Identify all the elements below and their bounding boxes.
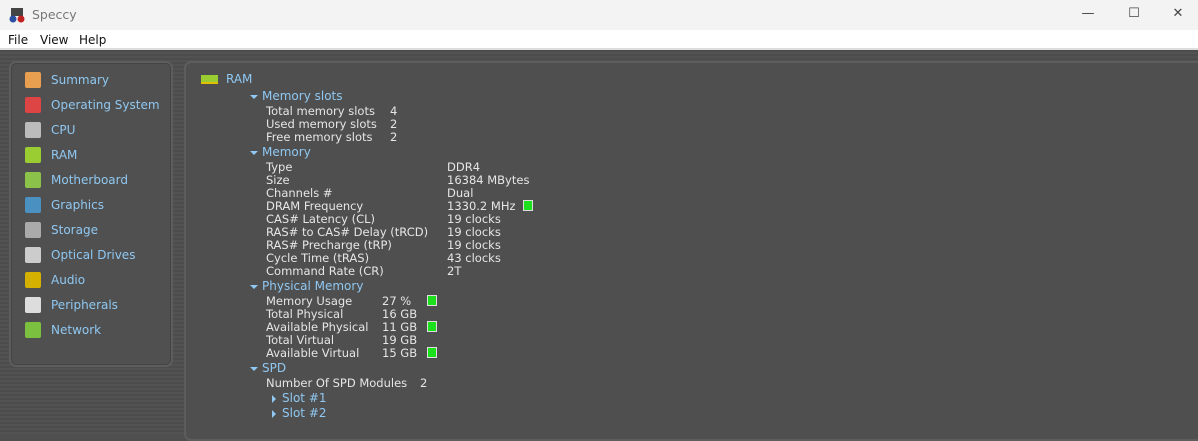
collapse-arrow-icon[interactable] <box>250 95 258 99</box>
property-value: 11 GB <box>382 320 418 334</box>
menu-file[interactable]: File <box>8 33 28 47</box>
maximize-button[interactable]: ☐ <box>1124 6 1144 24</box>
collapse-arrow-icon[interactable] <box>250 151 258 155</box>
property-value: 2 <box>390 117 398 131</box>
motherboard-icon <box>25 172 41 188</box>
collapse-arrow-icon[interactable] <box>250 367 258 371</box>
disc-icon <box>25 247 41 263</box>
group-header-spd[interactable]: SPD <box>262 361 286 375</box>
sidebar-item-label: CPU <box>51 123 76 137</box>
property-value: 19 GB <box>382 333 418 347</box>
property-value: 2 <box>390 130 398 144</box>
property-value: 2 <box>420 376 428 390</box>
hdd-icon <box>25 222 41 238</box>
status-indicator-icon <box>427 347 437 358</box>
sidebar-item-label: Graphics <box>51 198 104 212</box>
menu-help[interactable]: Help <box>79 33 106 47</box>
sidebar-item-motherboard[interactable]: Motherboard <box>25 171 128 189</box>
property-value: 43 clocks <box>447 251 501 265</box>
collapse-arrow-icon[interactable] <box>250 285 258 289</box>
sidebar-item-label: Peripherals <box>51 298 118 312</box>
speccy-logo-icon <box>9 8 25 23</box>
spd-slot-1[interactable]: Slot #1 <box>282 391 327 405</box>
property-label: Command Rate (CR) <box>266 264 384 278</box>
window-title: Speccy <box>32 7 77 22</box>
sidebar-item-label: Storage <box>51 223 98 237</box>
property-label: Total Virtual <box>266 333 335 347</box>
cpu-icon <box>25 122 41 138</box>
property-label: Number Of SPD Modules <box>266 376 408 390</box>
property-label: RAS# to CAS# Delay (tRCD) <box>266 225 429 239</box>
group-header-slots[interactable]: Memory slots <box>262 89 343 103</box>
property-value: 27 % <box>382 294 412 308</box>
sidebar-item-cpu[interactable]: CPU <box>25 121 75 139</box>
property-label: DRAM Frequency <box>266 199 364 213</box>
sidebar-item-summary[interactable]: Summary <box>25 71 109 89</box>
property-label: Available Physical <box>266 320 369 334</box>
sidebar-item-label: Motherboard <box>51 173 128 187</box>
sidebar-item-ram[interactable]: RAM <box>25 146 77 164</box>
sidebar-item-network[interactable]: Network <box>25 321 101 339</box>
property-label: Total Physical <box>266 307 344 321</box>
menu-view[interactable]: View <box>40 33 68 47</box>
title-bar: Speccy — ☐ ✕ <box>0 0 1198 30</box>
status-indicator-icon <box>523 200 533 211</box>
ram-icon <box>25 147 41 163</box>
menu-bar: File View Help <box>0 30 1198 50</box>
sidebar-item-storage[interactable]: Storage <box>25 221 98 239</box>
property-label: Type <box>266 160 293 174</box>
property-value: 4 <box>390 104 398 118</box>
property-label: Available Virtual <box>266 346 360 360</box>
property-value: 1330.2 MHz <box>447 199 516 213</box>
property-value: 2T <box>447 264 462 278</box>
monitor-icon <box>25 197 41 213</box>
property-value: Dual <box>447 186 474 200</box>
sidebar-item-label: RAM <box>51 148 78 162</box>
spd-slot-2[interactable]: Slot #2 <box>282 406 327 420</box>
mouse-icon <box>25 297 41 313</box>
clipboard-icon <box>25 72 41 88</box>
property-label: Total memory slots <box>266 104 375 118</box>
sidebar-item-label: Optical Drives <box>51 248 136 262</box>
property-value: 16384 MBytes <box>447 173 530 187</box>
sidebar-item-peripherals[interactable]: Peripherals <box>25 296 118 314</box>
network-card-icon <box>25 322 41 338</box>
property-label: Free memory slots <box>266 130 373 144</box>
property-label: RAS# Precharge (tRP) <box>266 238 392 252</box>
status-indicator-icon <box>427 295 437 306</box>
group-header-physical[interactable]: Physical Memory <box>262 279 363 293</box>
sidebar-item-optical-drives[interactable]: Optical Drives <box>25 246 135 264</box>
property-value: 19 clocks <box>447 225 501 239</box>
speaker-icon <box>25 272 41 288</box>
property-value: 19 clocks <box>447 212 501 226</box>
windows-icon <box>25 97 41 113</box>
sidebar-item-label: Audio <box>51 273 86 287</box>
expand-arrow-icon[interactable] <box>272 410 276 418</box>
property-value: 16 GB <box>382 307 418 321</box>
sidebar-item-label: Network <box>51 323 102 337</box>
property-label: Cycle Time (tRAS) <box>266 251 370 265</box>
minimize-button[interactable]: — <box>1078 6 1098 24</box>
property-value: 15 GB <box>382 346 418 360</box>
sidebar-item-label: Summary <box>51 73 109 87</box>
property-value: DDR4 <box>447 160 481 174</box>
sidebar-item-graphics[interactable]: Graphics <box>25 196 104 214</box>
sidebar-item-audio[interactable]: Audio <box>25 271 85 289</box>
property-label: Channels # <box>266 186 333 200</box>
property-label: Used memory slots <box>266 117 377 131</box>
sidebar-item-label: Operating System <box>51 98 160 112</box>
section-title: RAM <box>226 72 253 86</box>
close-button[interactable]: ✕ <box>1168 6 1188 24</box>
status-indicator-icon <box>427 321 437 332</box>
property-value: 19 clocks <box>447 238 501 252</box>
expand-arrow-icon[interactable] <box>272 395 276 403</box>
property-label: CAS# Latency (CL) <box>266 212 376 226</box>
property-label: Memory Usage <box>266 294 353 308</box>
group-header-memory[interactable]: Memory <box>262 145 311 159</box>
property-label: Size <box>266 173 290 187</box>
ram-icon <box>201 75 218 84</box>
sidebar-item-operating-system[interactable]: Operating System <box>25 96 160 114</box>
